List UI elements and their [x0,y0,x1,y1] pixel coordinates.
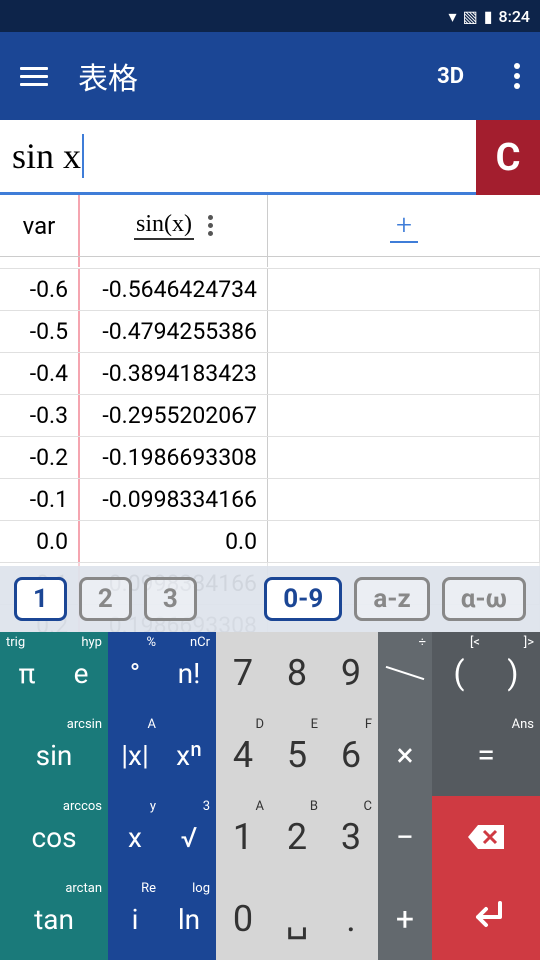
equals-key[interactable]: Ans= [432,714,540,796]
status-bar: ▾ ▧ ▮ 8:24 [0,0,540,32]
table-row [0,257,540,269]
cell-var: 0.0 [0,521,80,562]
cell-val: 0.0 [80,521,268,562]
column-header-function[interactable]: sin(x) [80,195,268,256]
pi-key[interactable]: trigπ [0,632,54,714]
cell-var: -0.1 [0,479,80,520]
9-key[interactable]: 9 [324,632,378,714]
more-vert-icon[interactable] [514,63,520,89]
page-2-button[interactable]: 2 [79,577,132,621]
table-row: -0.2 -0.1986693308 [0,437,540,479]
3-key[interactable]: C3 [324,796,378,878]
4-key[interactable]: D4 [216,714,270,796]
cell-val: -0.4794255386 [80,311,268,352]
table-header: var sin(x) + [0,195,540,257]
dot-key[interactable]: . [324,878,378,960]
cell-var: -0.6 [0,269,80,310]
3d-button[interactable]: 3D [437,64,464,89]
cell-var: -0.5 [0,311,80,352]
cell-val: -0.0998334166 [80,479,268,520]
cell-var: -0.3 [0,395,80,436]
cell-var: -0.4 [0,353,80,394]
5-key[interactable]: E5 [270,714,324,796]
cos-key[interactable]: arccoscos [0,796,108,878]
degree-key[interactable]: %° [108,632,162,714]
cell-var: -0.2 [0,437,80,478]
table-row: -0.3 -0.2955202067 [0,395,540,437]
e-key[interactable]: hype [54,632,108,714]
2-key[interactable]: B2 [270,796,324,878]
open-paren-key[interactable]: [<( [432,632,486,714]
expression-input[interactable]: sin x [0,120,476,195]
6-key[interactable]: F6 [324,714,378,796]
table-row: -0.6 -0.5646424734 [0,269,540,311]
sqrt-key[interactable]: 3√ [162,796,216,878]
column-header-var[interactable]: var [0,195,80,256]
minus-key[interactable]: − [378,796,432,878]
multiply-key[interactable]: × [378,714,432,796]
page-1-button[interactable]: 1 [14,577,67,621]
mode-numeric-button[interactable]: 0-9 [264,577,342,621]
app-title: 表格 [78,54,407,98]
factorial-key[interactable]: nCrn! [162,632,216,714]
x-key[interactable]: yx [108,796,162,878]
function-label: sin(x) [134,211,194,240]
ln-key[interactable]: logln [162,878,216,960]
mode-greek-button[interactable]: α-ω [442,577,526,621]
1-key[interactable]: A1 [216,796,270,878]
mode-bar: 1 2 3 0-9 a-z α-ω [0,566,540,632]
status-time: 8:24 [499,7,531,26]
cell-val: -0.5646424734 [80,269,268,310]
fraction-key[interactable]: ÷ [378,632,432,714]
tan-key[interactable]: arctantan [0,878,108,960]
power-key[interactable]: xⁿ [162,714,216,796]
sin-key[interactable]: arcsinsin [0,714,108,796]
7-key[interactable]: 7 [216,632,270,714]
enter-icon [466,899,506,939]
battery-charging-icon: ▮ [484,7,493,26]
table-row: -0.1 -0.0998334166 [0,479,540,521]
no-sim-icon: ▧ [463,7,478,26]
space-key[interactable]: ␣ [270,878,324,960]
wifi-icon: ▾ [449,7,457,26]
abs-key[interactable]: A|x| [108,714,162,796]
table-row: 0.0 0.0 [0,521,540,563]
0-key[interactable]: 0 [216,878,270,960]
table-row: -0.4 -0.3894183423 [0,353,540,395]
page-3-button[interactable]: 3 [144,577,197,621]
cell-val: -0.3894183423 [80,353,268,394]
enter-key[interactable] [432,878,540,960]
cell-val: -0.1986693308 [80,437,268,478]
i-key[interactable]: Rei [108,878,162,960]
mode-alpha-button[interactable]: a-z [354,577,429,621]
add-column-button[interactable]: + [268,195,540,256]
app-bar: 表格 3D [0,32,540,120]
keypad: trigπ hype %° nCrn! 7 8 9 ÷ [<( ]>) arcs… [0,632,540,960]
backspace-icon [466,823,506,851]
backspace-key[interactable] [432,796,540,878]
table-row: -0.5 -0.4794255386 [0,311,540,353]
8-key[interactable]: 8 [270,632,324,714]
cell-val: -0.2955202067 [80,395,268,436]
column-more-icon[interactable] [208,215,213,236]
menu-icon[interactable] [20,67,48,86]
input-row: sin x C [0,120,540,195]
close-paren-key[interactable]: ]>) [486,632,540,714]
fraction-line-icon [386,666,425,680]
plus-key[interactable]: + [378,878,432,960]
clear-button[interactable]: C [476,120,540,195]
